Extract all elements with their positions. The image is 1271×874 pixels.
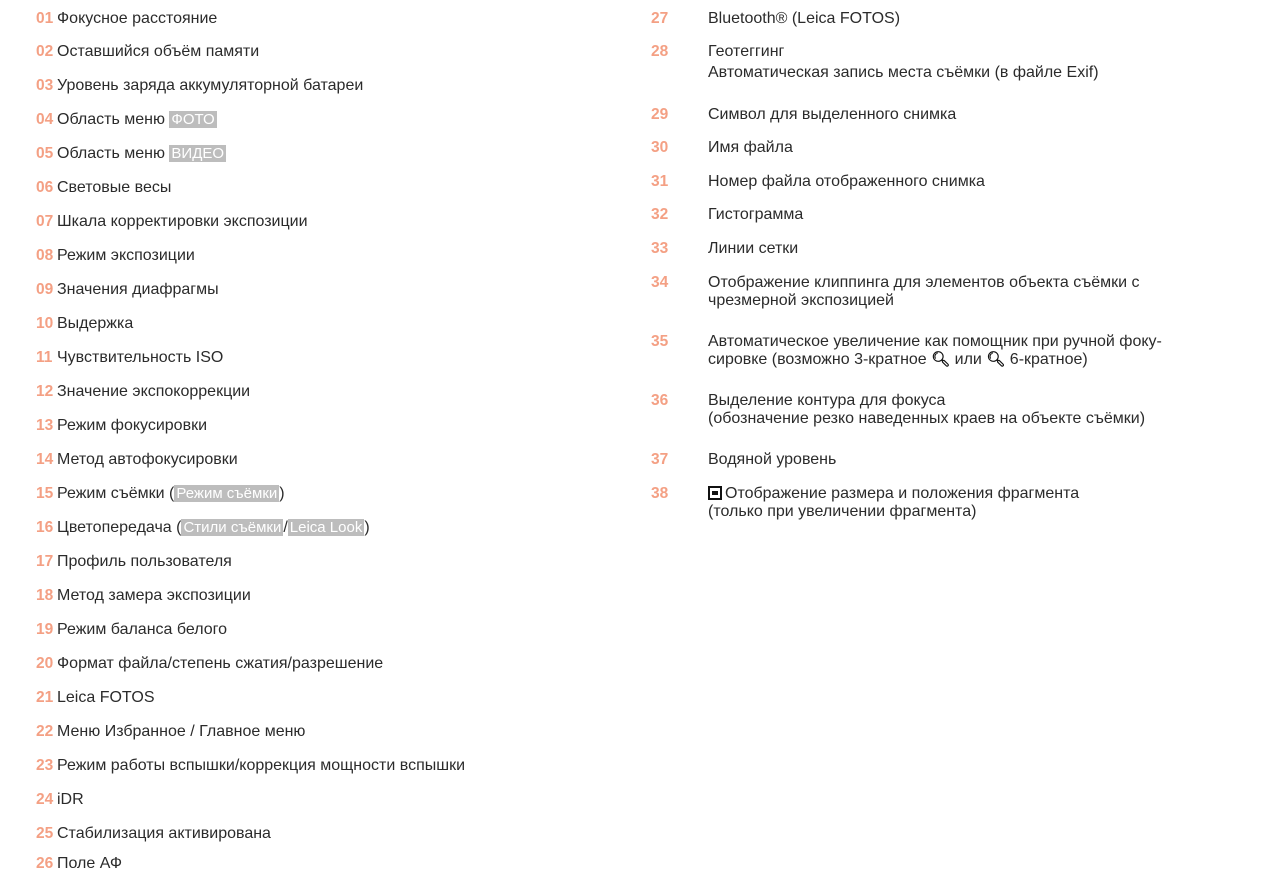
item-text: Выдержка (57, 315, 134, 332)
item-number: 35 (651, 333, 669, 350)
item-text: Цветопередача ( (57, 519, 182, 536)
item-text: Имя файла (708, 139, 793, 156)
item-text-suffix: ) (364, 519, 370, 536)
item-text-or: или (950, 351, 987, 368)
zoom-3x-icon: 🔍︎ (931, 351, 951, 368)
item-text: Режим работы вспышки/коррекция мощности … (57, 757, 466, 774)
item-number: 27 (651, 10, 669, 27)
item-text: Оставшийся объём памяти (57, 43, 260, 60)
zoom-6x-icon: 🔍︎ (986, 351, 1006, 368)
item-text: iDR (57, 791, 84, 808)
item-text-suffix: ) (279, 485, 285, 502)
item-text-line2: Автоматическая запись места съёмки (в фа… (708, 64, 1099, 81)
item-text: Фокусное расстояние (57, 10, 218, 27)
item-text: Режим баланса белого (57, 621, 228, 638)
item-text: Геотеггинг (708, 43, 785, 60)
item-text: Bluetooth® (Leica FOTOS) (708, 10, 901, 27)
menu-tag: Leica Look (287, 519, 365, 536)
item-text: Автоматическое увеличение как помощник п… (708, 333, 1162, 350)
item-text: Чувствительность ISO (57, 349, 224, 366)
item-text: Поле АФ (57, 855, 123, 872)
item-number: 31 (651, 173, 669, 190)
item-text: Номер файла отображенного снимка (708, 173, 985, 190)
item-number: 34 (651, 274, 669, 291)
menu-tag: Режим съёмки (174, 485, 280, 502)
item-text-line2: сировке (возможно 3-кратное (708, 351, 932, 368)
menu-tag: ФОТО (169, 111, 217, 128)
item-number: 38 (651, 485, 669, 502)
item-text: Leica FOTOS (57, 689, 155, 706)
item-text: Метод замера экспозиции (57, 587, 251, 604)
item-text: Режим фокусировки (57, 417, 208, 434)
item-number: 32 (651, 206, 669, 223)
item-text: Линии сетки (708, 240, 799, 257)
item-text-tail: 6-кратное) (1005, 351, 1088, 368)
menu-tag: Стили съёмки (181, 519, 284, 536)
item-text: Метод автофокусировки (57, 451, 238, 468)
item-text: Гистограмма (708, 206, 804, 223)
item-text-line2: (обозначение резко наведенных краев на о… (708, 410, 1146, 427)
item-number: 28 (651, 43, 669, 60)
item-text: Профиль пользователя (57, 553, 232, 570)
item-text: Значение экспокоррекции (57, 383, 251, 400)
item-text: Уровень заряда аккумуляторной батареи (57, 77, 364, 94)
item-text: Меню Избранное / Главное меню (57, 723, 306, 740)
item-text: Область меню (57, 111, 170, 128)
item-text: Выделение контура для фокуса (708, 392, 946, 409)
item-number: 33 (651, 240, 669, 257)
item-number: 29 (651, 106, 669, 123)
item-text-line2: чрезмерной экспозицией (708, 292, 894, 309)
item-text: Режим съёмки ( (57, 485, 175, 502)
item-text: Шкала корректировки экспозиции (57, 213, 308, 230)
item-text: Водяной уровень (708, 451, 837, 468)
item-text: Отображение размера и положения фрагмент… (725, 485, 1080, 502)
item-number: 37 (651, 451, 669, 468)
item-number: 30 (651, 139, 669, 156)
item-number: 36 (651, 392, 669, 409)
item-text: Световые весы (57, 179, 172, 196)
item-text: Формат файла/степень сжатия/разрешение (57, 655, 384, 672)
item-text: Символ для выделенного снимка (708, 106, 957, 123)
fragment-frame-icon (708, 486, 722, 500)
item-text: Область меню (57, 145, 170, 162)
item-text: Значения диафрагмы (57, 281, 219, 298)
item-text: Режим экспозиции (57, 247, 195, 264)
menu-tag: ВИДЕО (169, 145, 227, 162)
item-text-line2: (только при увеличении фрагмента) (708, 503, 977, 520)
item-text: Отображение клиппинга для элементов объе… (708, 274, 1140, 291)
item-text: Стабилизация активирована (57, 825, 271, 842)
